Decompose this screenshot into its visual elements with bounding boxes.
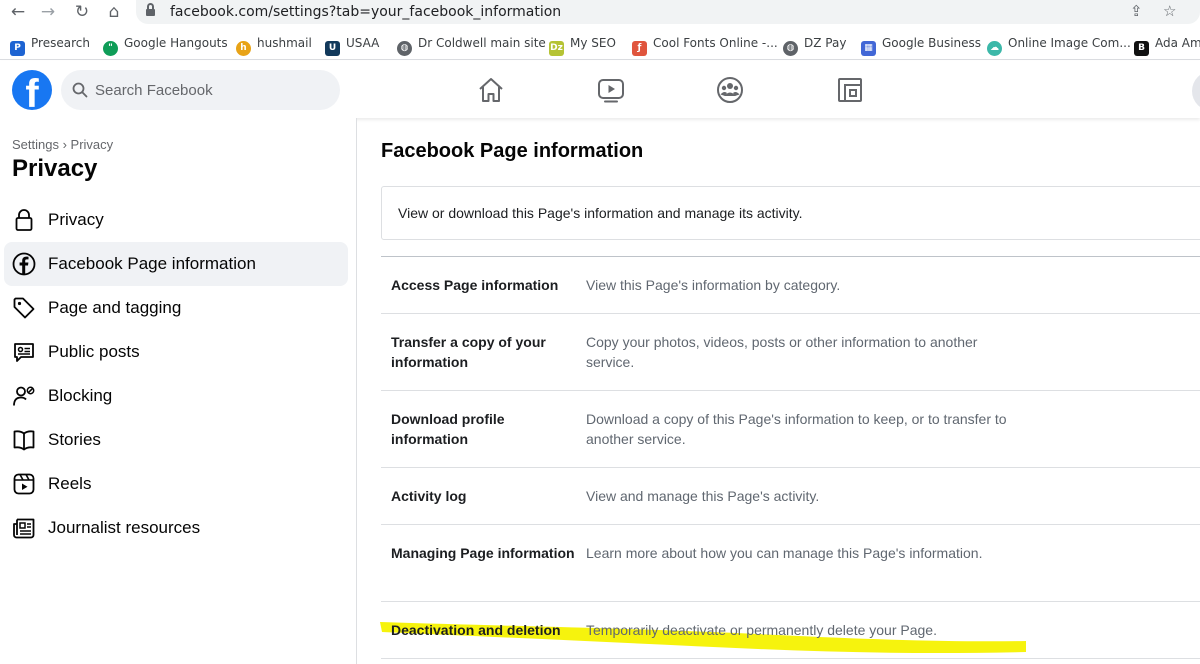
sidebar-item-label: Privacy — [48, 210, 104, 229]
page-title: Facebook Page information — [381, 140, 644, 162]
bookmark-item[interactable]: U USAA — [325, 34, 379, 56]
bookmark-item[interactable]: ☁ Online Image Com... — [987, 34, 1131, 56]
reels-icon — [13, 473, 35, 495]
sidebar-item-label: Facebook Page information — [48, 254, 256, 273]
sidebar-item-page-and-tagging[interactable]: Page and tagging — [4, 286, 348, 330]
settings-table: Access Page information View this Page's… — [381, 256, 1200, 659]
row-description: View this Page's information by category… — [586, 277, 841, 293]
url-text[interactable]: facebook.com/settings?tab=your_facebook_… — [170, 4, 561, 20]
bookmark-item[interactable]: P Presearch — [10, 34, 90, 56]
table-row[interactable]: Transfer a copy of your information Copy… — [381, 314, 1200, 391]
search-box[interactable] — [61, 70, 340, 110]
sidebar-item-label: Public posts — [48, 342, 140, 361]
sidebar-title: Privacy — [12, 155, 98, 182]
sidebar-item-privacy[interactable]: Privacy — [4, 198, 348, 242]
bookmark-item[interactable]: h hushmail — [236, 34, 312, 56]
facebook-logo[interactable]: f — [12, 70, 52, 110]
reload-icon[interactable]: ↻ — [72, 2, 92, 22]
bookmark-item[interactable]: Dz My SEO — [549, 34, 616, 56]
back-arrow-icon[interactable]: ← — [8, 2, 28, 22]
book-icon — [13, 430, 35, 451]
sidebar-item-label: Stories — [48, 430, 101, 449]
intro-text: View or download this Page's information… — [398, 205, 803, 221]
facebook-header: f — [0, 61, 1200, 118]
row-label: Activity log — [391, 488, 467, 504]
sidebar-item-label: Blocking — [48, 386, 113, 405]
row-description: Temporarily deactivate or permanently de… — [586, 622, 937, 638]
hushmail-icon: h — [236, 41, 251, 56]
sidebar-item-label: Page and tagging — [48, 298, 182, 317]
groups-icon[interactable] — [715, 75, 745, 105]
row-description: View and manage this Page's activity. — [586, 488, 820, 504]
row-description: Learn more about how you can manage this… — [586, 545, 983, 561]
share-icon[interactable]: ⇪ — [1130, 2, 1143, 20]
dz-icon: Dz — [549, 41, 564, 56]
sidebar-item-reels[interactable]: Reels — [4, 462, 348, 506]
menu-button[interactable] — [1192, 71, 1200, 111]
coolfonts-icon: ƒ — [632, 41, 647, 56]
table-row[interactable]: Download profile information Download a … — [381, 391, 1200, 468]
sidebar-item-journalist-resources[interactable]: Journalist resources — [4, 506, 348, 550]
search-input[interactable] — [95, 70, 325, 110]
bookmark-item[interactable]: ◍ DZ Pay — [783, 34, 846, 56]
sidebar-item-facebook-page-information[interactable]: Facebook Page information — [4, 242, 348, 286]
address-bar[interactable]: facebook.com/settings?tab=your_facebook_… — [136, 0, 1200, 24]
table-row[interactable]: Activity log View and manage this Page's… — [381, 468, 1200, 525]
table-row-deactivation[interactable]: Deactivation and deletion Temporarily de… — [381, 602, 1200, 659]
table-row[interactable]: Managing Page information Learn more abo… — [381, 525, 1200, 602]
intro-box: View or download this Page's information… — [381, 186, 1200, 240]
tag-icon — [13, 297, 35, 319]
presearch-icon: P — [10, 41, 25, 56]
bookmark-star-icon[interactable]: ☆ — [1163, 2, 1176, 20]
newspaper-icon — [13, 518, 35, 539]
search-icon — [72, 82, 88, 98]
sidebar-item-label: Journalist resources — [48, 518, 201, 537]
big-icon: B — [1134, 41, 1149, 56]
globe-icon: ◍ — [397, 41, 412, 56]
hangouts-icon: " — [103, 41, 118, 56]
row-label: Deactivation and deletion — [391, 622, 561, 638]
settings-sidebar: Settings › Privacy Privacy Privacy Faceb… — [0, 118, 357, 664]
sidebar-item-blocking[interactable]: Blocking — [4, 374, 348, 418]
blocking-icon — [13, 386, 35, 406]
table-row[interactable]: Access Page information View this Page's… — [381, 257, 1200, 314]
bookmark-item[interactable]: ◍ Dr Coldwell main site — [397, 34, 546, 56]
sidebar-item-public-posts[interactable]: Public posts — [4, 330, 348, 374]
home-icon[interactable]: ⌂ — [104, 2, 124, 22]
breadcrumb[interactable]: Settings › Privacy — [12, 137, 113, 152]
main-content: Facebook Page information View or downlo… — [358, 118, 1200, 664]
row-label: Download profile information — [391, 411, 505, 447]
bookmarks-bar: P Presearch " Google Hangouts h hushmail UU… — [0, 28, 1200, 60]
browser-toolbar: ← → ↻ ⌂ facebook.com/settings?tab=your_f… — [0, 0, 1200, 24]
row-description: Copy your photos, videos, posts or other… — [586, 334, 978, 370]
watch-video-icon[interactable] — [596, 75, 626, 105]
image-compressor-icon: ☁ — [987, 41, 1002, 56]
home-icon[interactable] — [476, 75, 506, 105]
globe-icon: ◍ — [783, 41, 798, 56]
bookmark-item[interactable]: B Ada Am — [1134, 34, 1200, 56]
google-business-icon: ▦ — [861, 41, 876, 56]
public-posts-icon — [14, 343, 34, 362]
gaming-icon[interactable] — [835, 75, 865, 105]
facebook-icon — [12, 252, 36, 276]
bookmark-item[interactable]: ▦ Google Business — [861, 34, 981, 56]
row-label: Managing Page information — [391, 545, 575, 561]
bookmark-item[interactable]: ƒ Cool Fonts Online -... — [632, 34, 778, 56]
row-label: Access Page information — [391, 277, 559, 293]
row-description: Download a copy of this Page's informati… — [586, 411, 1007, 447]
lock-icon — [146, 3, 155, 17]
sidebar-item-stories[interactable]: Stories — [4, 418, 348, 462]
sidebar-item-label: Reels — [48, 474, 92, 493]
lock-icon — [15, 209, 33, 231]
bookmark-item[interactable]: " Google Hangouts — [103, 34, 228, 56]
usaa-icon: U — [325, 41, 340, 56]
row-label: Transfer a copy of your information — [391, 334, 546, 370]
forward-arrow-icon[interactable]: → — [38, 2, 58, 22]
